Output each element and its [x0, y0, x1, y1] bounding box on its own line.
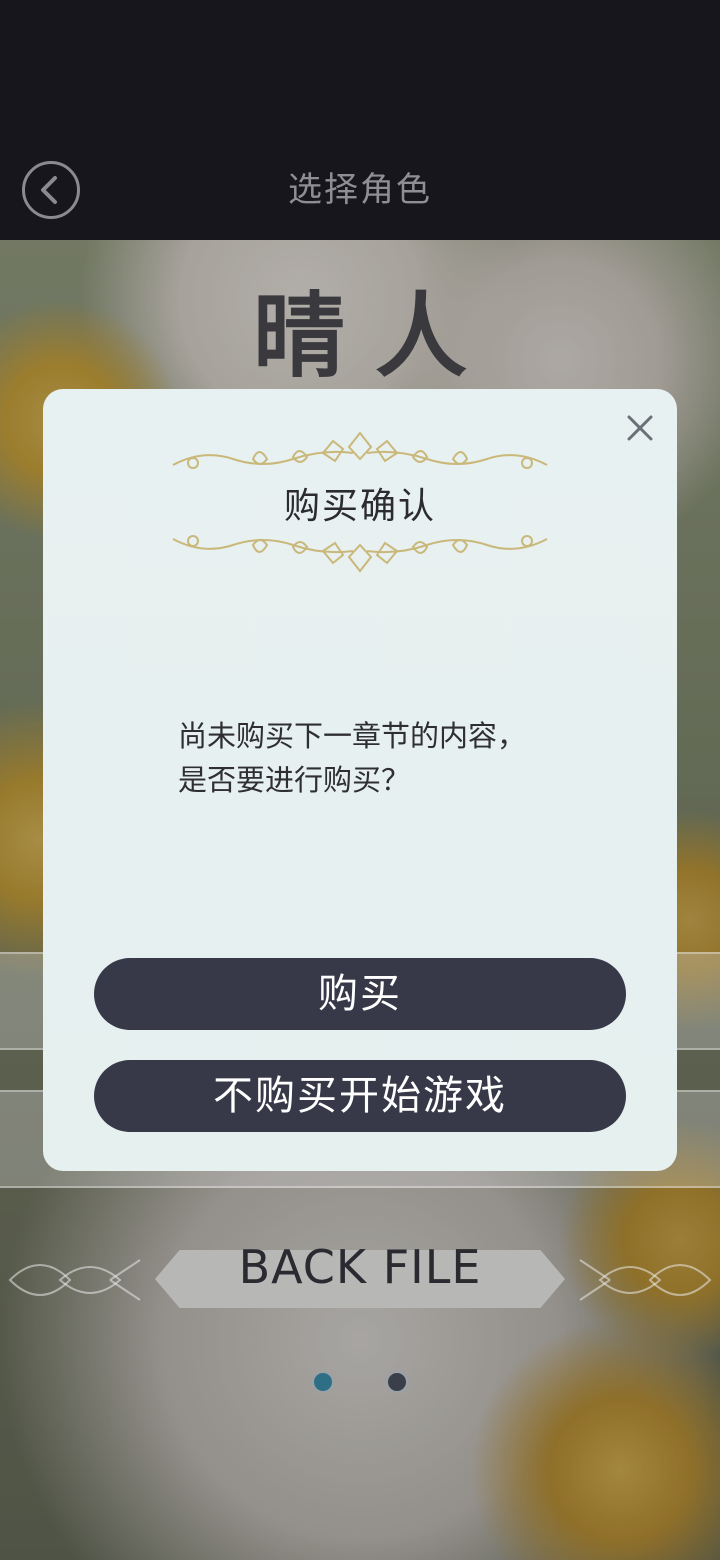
page-title: 选择角色 — [288, 170, 432, 210]
purchase-confirm-dialog: 购买确认 尚未购买下一章节的内容， 是否要进行购买？ 购买 不购买开始游戏 — [43, 389, 677, 1171]
ornament-top-icon — [172, 431, 548, 469]
page-dot-active[interactable] — [312, 1371, 334, 1393]
back-file-label: BACK FILE — [238, 1240, 482, 1294]
start-without-buying-button[interactable]: 不购买开始游戏 — [94, 1060, 626, 1132]
buy-button[interactable]: 购买 — [94, 958, 626, 1030]
dialog-message: 尚未购买下一章节的内容， 是否要进行购买？ — [178, 714, 598, 802]
status-bar — [0, 0, 720, 140]
dialog-message-line-1: 尚未购买下一章节的内容， — [178, 719, 527, 753]
page-dot[interactable] — [386, 1371, 408, 1393]
ornament-bottom-icon — [172, 535, 548, 573]
close-icon[interactable] — [623, 411, 657, 445]
dialog-title: 购买确认 — [283, 486, 436, 527]
dialog-message-line-2: 是否要进行购买？ — [178, 763, 411, 797]
nav-bar: 选择角色 — [0, 140, 720, 240]
back-file-button[interactable]: BACK FILE — [0, 1230, 720, 1330]
character-name: 晴人 — [252, 283, 497, 390]
